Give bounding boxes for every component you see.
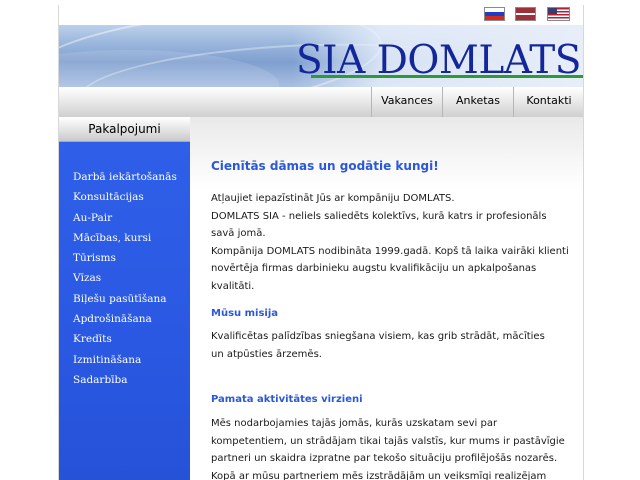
activities-heading: Pamata aktivitātes virzieni	[211, 394, 363, 405]
logo-underline	[311, 75, 583, 78]
sidebar-item-credit[interactable]: Kredīts	[59, 329, 190, 349]
intro-line: Atļaujiet iepazīstināt Jūs ar kompāniju …	[211, 193, 455, 204]
main-content: Cienītās dāmas un godātie kungi! Atļauji…	[190, 117, 583, 480]
intro-text: Atļaujiet iepazīstināt Jūs ar kompāniju …	[211, 190, 571, 295]
activities-line: Kopā ar mūsu partneriem mēs izstrādājām …	[211, 470, 547, 480]
intro-line: DOMLATS SIA - neliels saliedēts kolektīv…	[211, 210, 547, 240]
nav-anketas[interactable]: Anketas	[442, 87, 513, 117]
site-container: SIA DOMLATS Vakances Anketas Kontakti Pa…	[58, 5, 584, 480]
activities-line: Mēs nodarbojamies tajās jomās, kurās uzs…	[211, 418, 565, 464]
latvia-flag-icon[interactable]	[516, 8, 535, 20]
sidebar-item-consultations[interactable]: Konsultācijas	[59, 187, 190, 207]
sidebar-heading-bar: Pakalpojumi	[59, 117, 190, 142]
sidebar-heading: Pakalpojumi	[88, 122, 161, 136]
intro-line: Kompānija DOMLATS nodibināta 1999.gadā. …	[211, 245, 569, 292]
top-navigation: Vakances Anketas Kontakti	[59, 87, 583, 118]
page-title: Cienītās dāmas un godātie kungi!	[211, 159, 439, 173]
sidebar-item-au-pair[interactable]: Au-Pair	[59, 208, 190, 228]
sidebar-item-tourism[interactable]: Tūrisms	[59, 248, 190, 268]
sidebar-item-visas[interactable]: Vīzas	[59, 268, 190, 288]
usa-flag-icon[interactable]	[548, 8, 569, 20]
sidebar-item-insurance[interactable]: Apdrošināšana	[59, 309, 190, 329]
mission-heading: Mūsu misija	[211, 308, 279, 319]
nav-vakances[interactable]: Vakances	[371, 87, 442, 117]
sidebar-item-courses[interactable]: Mācības, kursi	[59, 228, 190, 248]
activities-text: Mēs nodarbojamies tajās jomās, kurās uzs…	[211, 415, 571, 480]
sidebar-item-employment[interactable]: Darbā iekārtošanās	[59, 167, 190, 187]
mission-text: Kvalificētas palīdzības sniegšana visiem…	[211, 331, 545, 360]
nav-kontakti[interactable]: Kontakti	[513, 87, 583, 117]
language-bar	[59, 5, 583, 25]
russia-flag-icon[interactable]	[485, 8, 504, 20]
sidebar-item-accommodation[interactable]: Izmitināšana	[59, 350, 190, 370]
sidebar-menu: Darbā iekārtošanās Konsultācijas Au-Pair…	[59, 142, 190, 480]
sidebar-item-tickets[interactable]: Biļešu pasūtīšana	[59, 289, 190, 309]
sidebar-item-cooperation[interactable]: Sadarbība	[59, 370, 190, 390]
